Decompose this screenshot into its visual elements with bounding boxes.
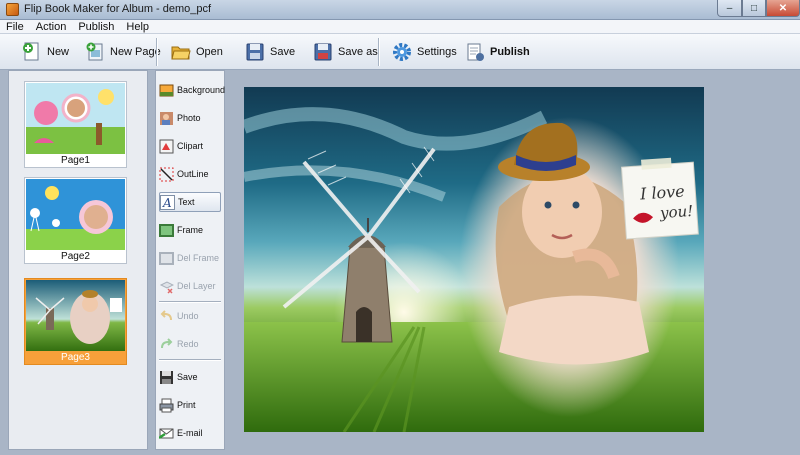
floppy-disk-icon [245, 42, 265, 62]
save-button[interactable]: Save [245, 38, 295, 66]
background-label: Background [177, 85, 226, 95]
photo-label: Photo [177, 113, 201, 123]
redo-icon [159, 337, 174, 352]
undo-tool[interactable]: Undo [159, 306, 221, 326]
save-tool-label: Save [177, 372, 198, 382]
text-label: Text [178, 197, 195, 207]
tools-panel: Background Photo Clipart OutLine A Text … [155, 70, 225, 450]
new-label: New [47, 46, 70, 58]
new-button[interactable]: New [22, 38, 69, 66]
open-label: Open [196, 46, 223, 58]
note-line2: you! [659, 201, 694, 223]
redo-tool[interactable]: Redo [159, 334, 221, 354]
email-label: E-mail [177, 428, 203, 438]
delete-layer-tool[interactable]: Del Layer [159, 276, 221, 296]
window-title: Flip Book Maker for Album - demo_pcf [24, 3, 212, 15]
page3-thumbnail-image [26, 280, 125, 351]
frame-label: Frame [177, 225, 204, 235]
save-as-icon [313, 42, 333, 62]
email-icon [158, 426, 174, 441]
close-button[interactable]: ✕ [766, 0, 800, 17]
open-button[interactable]: Open [171, 38, 223, 66]
save-as-button[interactable]: Save as [313, 38, 378, 66]
photo-tool[interactable]: Photo [159, 108, 221, 128]
background-icon [159, 83, 174, 98]
new-page-button[interactable]: New Page [85, 38, 161, 66]
menu-action[interactable]: Action [30, 20, 73, 33]
delete-layer-icon [159, 279, 175, 294]
app-icon [6, 3, 19, 16]
new-page-icon [85, 42, 105, 62]
toolbar: New New Page Open Save Save as Settings [0, 34, 800, 70]
tools-divider [159, 301, 221, 302]
outline-tool[interactable]: OutLine [159, 164, 221, 184]
page1-label: Page1 [61, 155, 90, 166]
title-bar: Flip Book Maker for Album - demo_pcf – □… [0, 0, 800, 20]
delete-layer-label: Del Layer [177, 281, 216, 291]
publish-label: Publish [490, 46, 530, 58]
note-line1: I love [639, 181, 686, 204]
page-thumbnail[interactable]: Page1 [24, 81, 127, 168]
frame-tool[interactable]: Frame [159, 220, 221, 240]
svg-text:A: A [162, 196, 172, 210]
save-tool[interactable]: Save [159, 367, 221, 387]
menu-bar: File Action Publish Help [0, 20, 800, 34]
album-page-photo[interactable]: I love you! [244, 87, 704, 432]
publish-icon [465, 42, 485, 62]
photo-icon [159, 111, 174, 126]
tools-divider [159, 359, 221, 360]
page-thumbnails-panel: Page1 Page2 Page3 [8, 70, 148, 450]
page-thumbnail-selected[interactable]: Page3 [24, 278, 127, 365]
settings-button[interactable]: Settings [392, 38, 457, 66]
new-document-icon [22, 42, 42, 62]
menu-file[interactable]: File [0, 20, 30, 33]
maximize-button[interactable]: □ [742, 0, 766, 17]
settings-label: Settings [417, 46, 457, 58]
delete-frame-label: Del Frame [177, 253, 220, 263]
outline-icon [159, 167, 174, 182]
undo-label: Undo [177, 311, 199, 321]
printer-icon [159, 398, 174, 413]
publish-button[interactable]: Publish [465, 38, 530, 66]
clipart-icon [159, 139, 174, 154]
undo-icon [159, 309, 174, 324]
minimize-button[interactable]: – [717, 0, 742, 17]
page2-label: Page2 [61, 251, 90, 262]
menu-help[interactable]: Help [120, 20, 155, 33]
toolbar-separator [378, 38, 379, 66]
outline-label: OutLine [177, 169, 209, 179]
frame-icon [159, 223, 174, 238]
floppy-disk-icon [159, 370, 174, 385]
menu-publish[interactable]: Publish [72, 20, 120, 33]
redo-label: Redo [177, 339, 199, 349]
page-thumbnail[interactable]: Page2 [24, 177, 127, 264]
text-tool[interactable]: A Text [159, 192, 221, 212]
text-icon: A [160, 194, 175, 210]
clipart-label: Clipart [177, 141, 204, 151]
delete-frame-icon [159, 251, 174, 266]
folder-open-icon [171, 42, 191, 62]
delete-frame-tool[interactable]: Del Frame [159, 248, 221, 268]
canvas-area: I love you! [226, 70, 800, 450]
background-tool[interactable]: Background [159, 80, 225, 100]
new-page-label: New Page [110, 46, 161, 58]
page3-label: Page3 [61, 352, 90, 363]
page1-thumbnail-image [26, 83, 125, 154]
page2-thumbnail-image [26, 179, 125, 250]
save-as-label: Save as [338, 46, 378, 58]
print-label: Print [177, 400, 196, 410]
toolbar-separator [156, 38, 157, 66]
email-tool[interactable]: E-mail [158, 423, 221, 443]
clipart-tool[interactable]: Clipart [159, 136, 221, 156]
gear-icon [392, 42, 412, 62]
save-label: Save [270, 46, 296, 58]
print-tool[interactable]: Print [159, 395, 221, 415]
